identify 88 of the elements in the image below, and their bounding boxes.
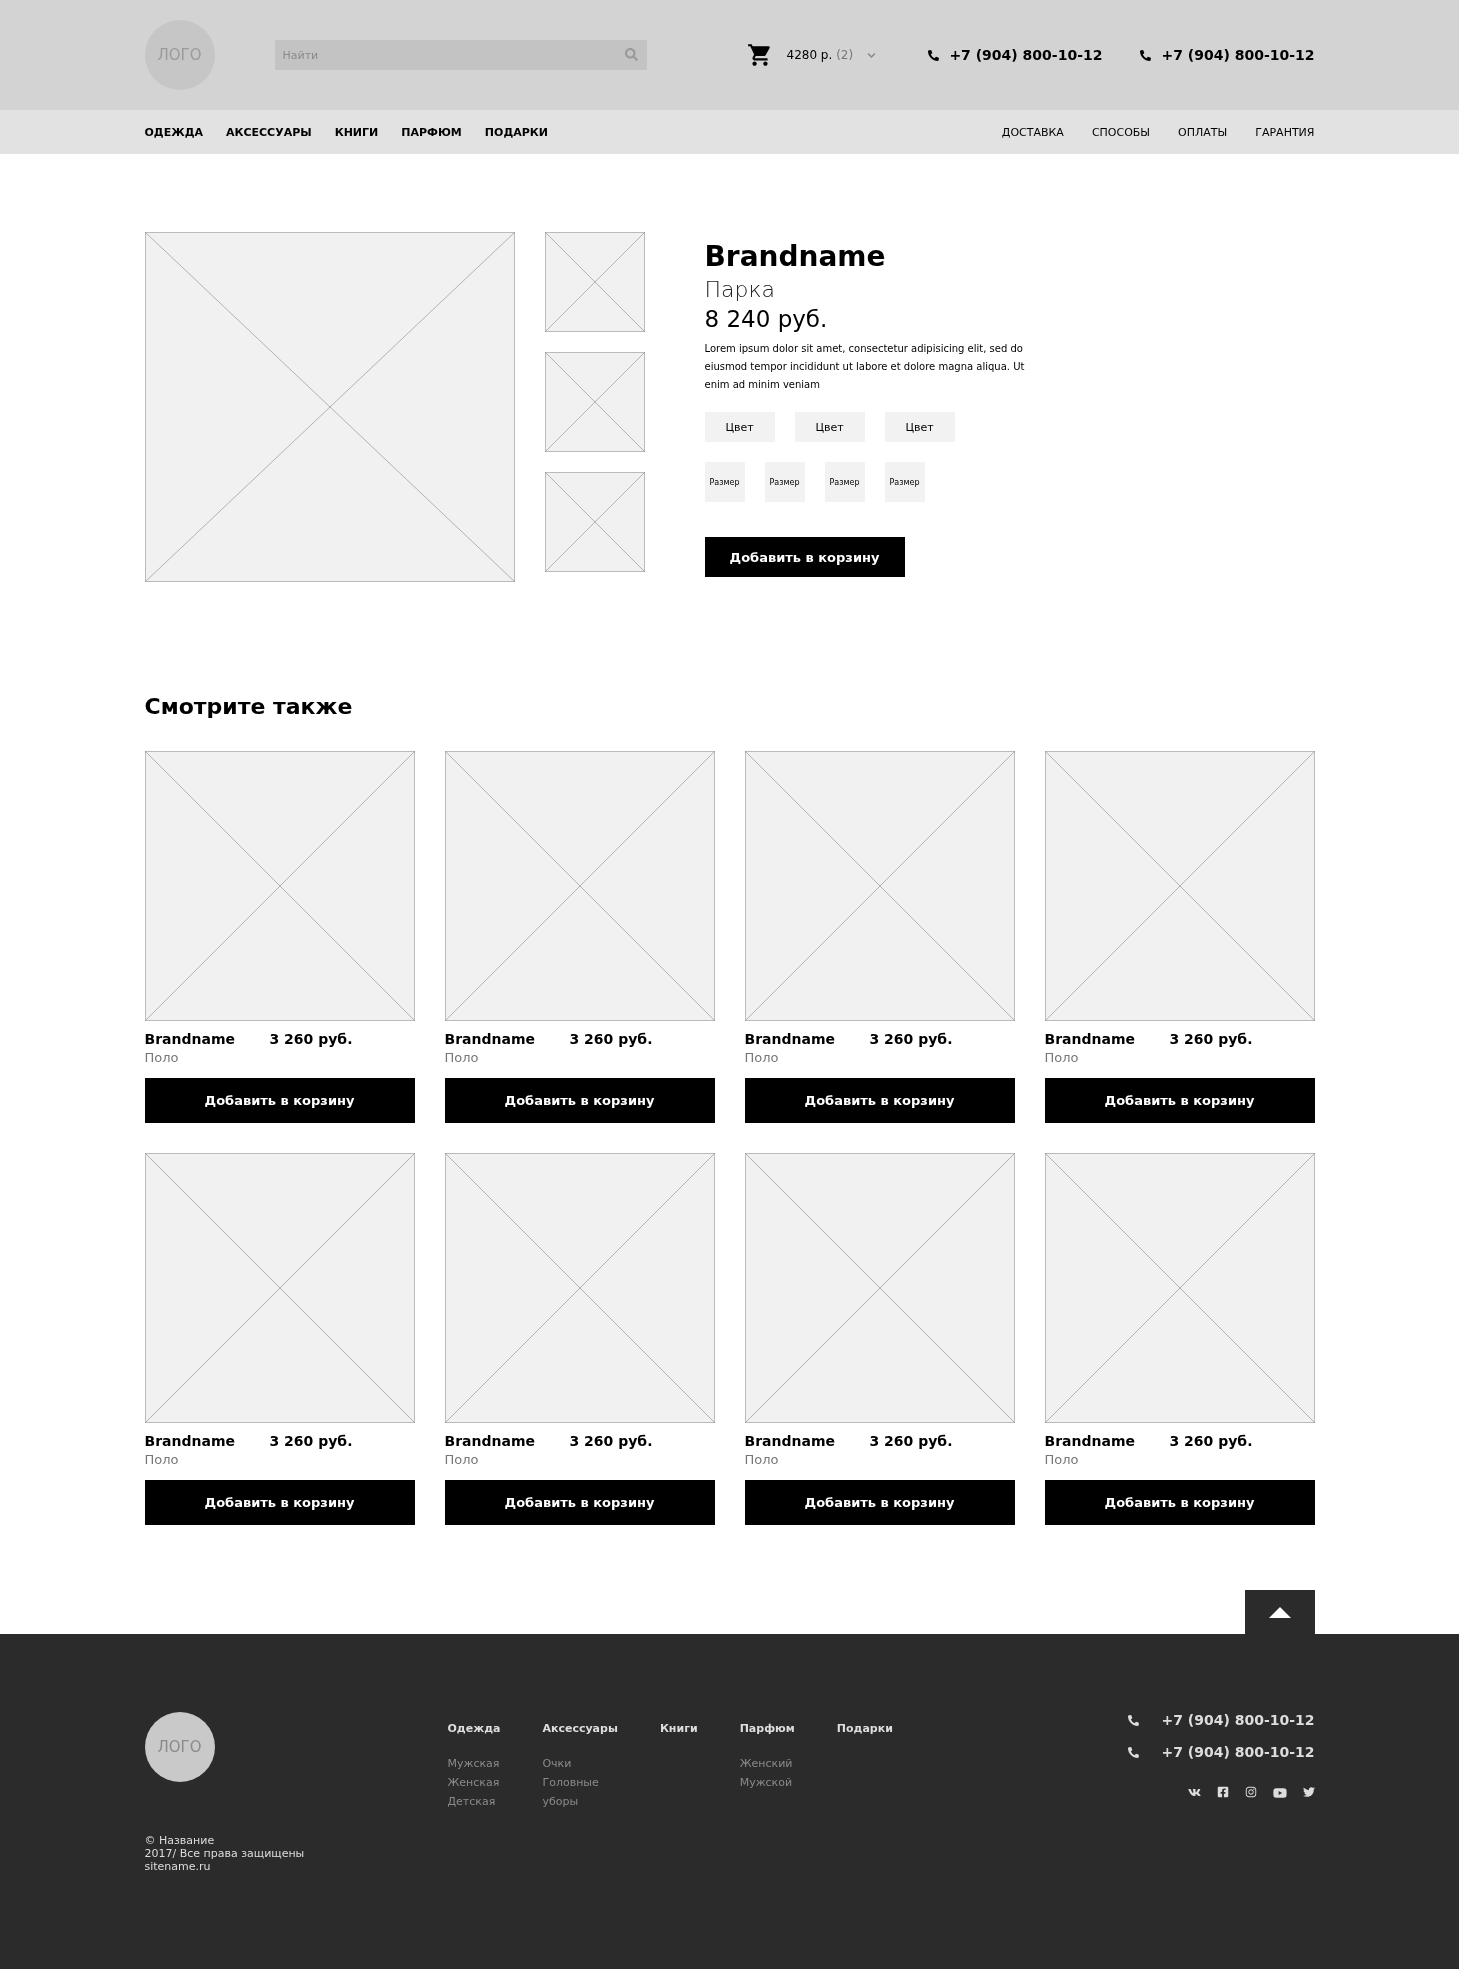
- nav-link[interactable]: ДОСТАВКА: [1001, 125, 1064, 139]
- card-product-name: Поло: [444, 1452, 480, 1467]
- product-description: Lorem ipsum dolor sit amet, consectetur adipisicing elit, sed do eiusmod tempor incididunt ut labore et dolore magna aliqua. Ut enim ad minim veniam: [704, 342, 1026, 392]
- add-to-cart-button[interactable]: Добавить в корзину: [704, 537, 905, 577]
- card-price: 3 260 руб.: [1169, 1433, 1253, 1449]
- card-price: 3 260 руб.: [269, 1433, 353, 1449]
- phone-number: +7 (904) 800-10-12: [1161, 1744, 1315, 1760]
- footer-heading: Одежда: [447, 1722, 501, 1735]
- add-to-cart-button[interactable]: Добавить в корзину: [444, 1078, 715, 1123]
- phone-number: +7 (904) 800-10-12: [949, 47, 1103, 63]
- vk-icon[interactable]: [1187, 1786, 1201, 1799]
- phone-number: +7 (904) 800-10-12: [1161, 47, 1315, 63]
- card-price: 3 260 руб.: [569, 1433, 653, 1449]
- cart-total: 4280 р. (2): [786, 48, 854, 62]
- nav-link[interactable]: КНИГИ: [334, 125, 379, 139]
- cart-icon[interactable]: [746, 42, 773, 68]
- nav-link[interactable]: ОДЕЖДА: [144, 125, 203, 139]
- card-product-name: Поло: [1044, 1452, 1080, 1467]
- footer-heading: Парфюм: [739, 1722, 795, 1735]
- copyright-text: © Название: [144, 1834, 216, 1847]
- nav-link[interactable]: ПАРФЮМ: [401, 125, 462, 139]
- footer-link[interactable]: уборы: [542, 1795, 618, 1808]
- footer-link[interactable]: Женская: [447, 1776, 501, 1789]
- card-brand: Brandname: [144, 1031, 236, 1047]
- footer-link[interactable]: Мужской: [739, 1776, 795, 1789]
- card-product-name: Поло: [744, 1050, 780, 1065]
- facebook-icon[interactable]: [1216, 1786, 1229, 1798]
- card-brand: Brandname: [1044, 1031, 1136, 1047]
- card-product-name: Поло: [1044, 1050, 1080, 1065]
- footer-link[interactable]: Детская: [447, 1795, 501, 1808]
- arrow-up-icon: [1268, 1606, 1291, 1618]
- youtube-icon[interactable]: [1272, 1786, 1287, 1800]
- product-brand: Brandname: [704, 240, 887, 273]
- add-to-cart-button[interactable]: Добавить в корзину: [444, 1480, 715, 1525]
- card-brand: Brandname: [1044, 1433, 1136, 1449]
- footer-link[interactable]: Головные: [542, 1776, 618, 1789]
- phone-icon: [928, 49, 940, 61]
- nav-link[interactable]: АКСЕССУАРЫ: [225, 125, 312, 139]
- search-field[interactable]: Найти: [274, 40, 647, 70]
- phone-icon: [1140, 49, 1152, 61]
- card-product-name: Поло: [144, 1050, 180, 1065]
- card-price: 3 260 руб.: [1169, 1031, 1253, 1047]
- product-price: 8 240 руб.: [704, 306, 829, 332]
- footer-heading: Аксессуары: [542, 1722, 618, 1735]
- add-to-cart-button[interactable]: Добавить в корзину: [744, 1078, 1015, 1123]
- card-price: 3 260 руб.: [569, 1031, 653, 1047]
- add-to-cart-button[interactable]: Добавить в корзину: [144, 1078, 415, 1123]
- footer-link[interactable]: Очки: [542, 1757, 618, 1770]
- nav-link[interactable]: СПОСОБЫ: [1091, 125, 1151, 139]
- color-option[interactable]: Цвет: [794, 412, 865, 442]
- copyright-text: 2017/ Все права защищены: [144, 1847, 306, 1860]
- color-option[interactable]: Цвет: [704, 412, 775, 442]
- size-option[interactable]: Размер: [764, 462, 805, 502]
- color-option[interactable]: Цвет: [884, 412, 955, 442]
- card-product-name: Поло: [744, 1452, 780, 1467]
- nav-link[interactable]: ГАРАНТИЯ: [1255, 125, 1315, 139]
- add-to-cart-button[interactable]: Добавить в корзину: [1044, 1480, 1315, 1525]
- card-brand: Brandname: [444, 1433, 536, 1449]
- scroll-up-button[interactable]: [1244, 1590, 1315, 1634]
- product-name: Парка: [704, 277, 777, 302]
- card-price: 3 260 руб.: [269, 1031, 353, 1047]
- add-to-cart-button[interactable]: Добавить в корзину: [1044, 1078, 1315, 1123]
- instagram-icon[interactable]: [1244, 1786, 1257, 1798]
- nav-link[interactable]: ОПЛАТЫ: [1178, 125, 1228, 139]
- phone-icon: [1128, 1714, 1140, 1726]
- card-price: 3 260 руб.: [869, 1433, 953, 1449]
- card-brand: Brandname: [744, 1433, 836, 1449]
- footer-heading: Книги: [659, 1722, 698, 1735]
- size-option[interactable]: Размер: [704, 462, 745, 502]
- card-brand: Brandname: [444, 1031, 536, 1047]
- card-brand: Brandname: [144, 1433, 236, 1449]
- size-option[interactable]: Размер: [884, 462, 925, 502]
- copyright-text: sitename.ru: [144, 1860, 212, 1873]
- nav-link[interactable]: ПОДАРКИ: [484, 125, 548, 139]
- footer-link[interactable]: Женский: [739, 1757, 795, 1770]
- twitter-icon[interactable]: [1302, 1786, 1315, 1798]
- section-title: Смотрите также: [144, 694, 354, 719]
- phone-number: +7 (904) 800-10-12: [1161, 1712, 1315, 1728]
- card-product-name: Поло: [144, 1452, 180, 1467]
- card-price: 3 260 руб.: [869, 1031, 953, 1047]
- footer-heading: Подарки: [836, 1722, 893, 1735]
- card-brand: Brandname: [744, 1031, 836, 1047]
- card-product-name: Поло: [444, 1050, 480, 1065]
- phone-icon: [1128, 1746, 1140, 1758]
- add-to-cart-button[interactable]: Добавить в корзину: [144, 1480, 415, 1525]
- add-to-cart-button[interactable]: Добавить в корзину: [744, 1480, 1015, 1525]
- footer-link[interactable]: Мужская: [447, 1757, 501, 1770]
- size-option[interactable]: Размер: [824, 462, 865, 502]
